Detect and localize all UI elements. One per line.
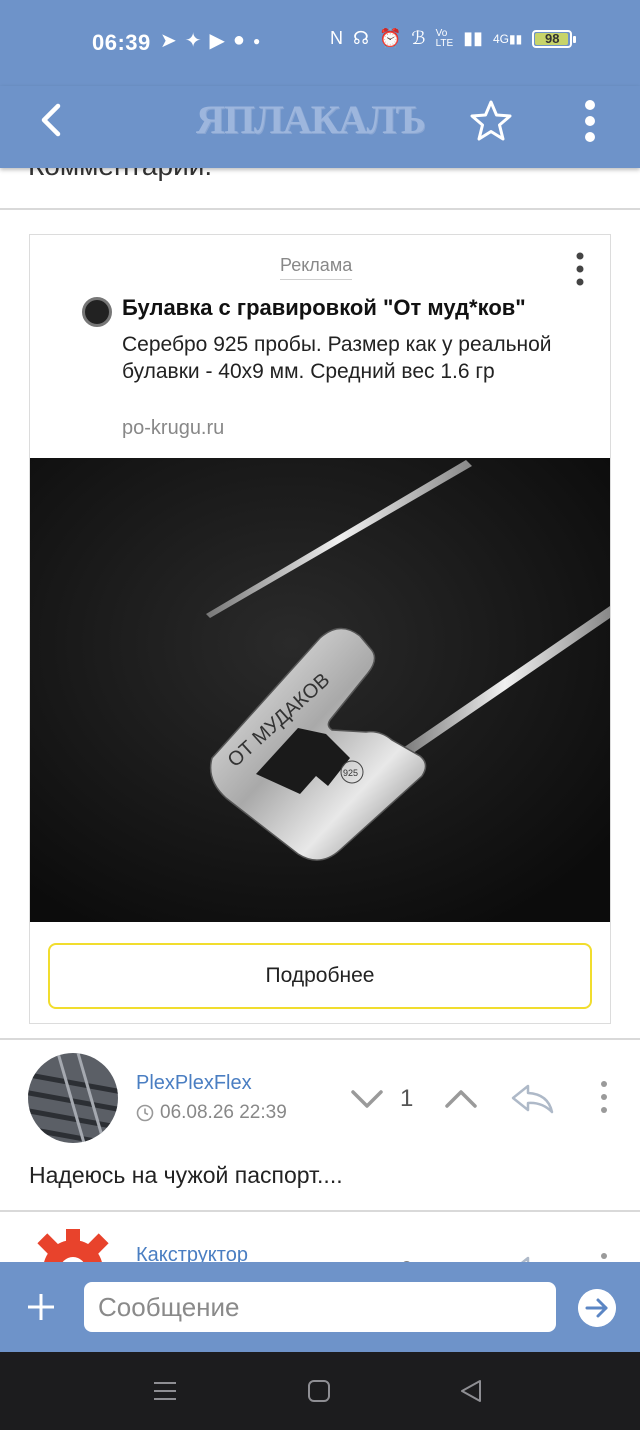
- reply-icon[interactable]: [510, 1082, 556, 1116]
- divider: [0, 1210, 640, 1212]
- system-icons: N ☊ ⏰ ℬ Vo LTE ▮▮ 4G▮▮ 98: [330, 27, 577, 49]
- comment-item: PlexPlexFlex 06.08.26 22:39 1 Надеюсь на…: [0, 1050, 640, 1210]
- ad-details-button[interactable]: Подробнее: [48, 943, 592, 1009]
- comment-username[interactable]: PlexPlexFlex: [136, 1072, 252, 1095]
- sparkle-icon: ✦: [184, 30, 202, 52]
- reply-icon[interactable]: [510, 1254, 556, 1262]
- comment-text: Надеюсь на чужой паспорт....: [29, 1162, 343, 1188]
- volte-icon: Vo LTE: [435, 27, 454, 49]
- comment-item: Какструктор 0: [0, 1222, 640, 1262]
- alarm-icon: ⏰: [379, 28, 402, 48]
- avatar[interactable]: [28, 1225, 118, 1262]
- clock-icon: [136, 1104, 154, 1122]
- comment-username[interactable]: Какструктор: [136, 1244, 248, 1262]
- comment-date: 06.08.26 22:39: [160, 1102, 287, 1123]
- home-icon[interactable]: [304, 1376, 334, 1406]
- app-icon: ●: [232, 29, 246, 51]
- notification-icons: ➤ ✦ ▶ ● ●: [160, 28, 260, 53]
- nfc-icon: N: [330, 28, 343, 48]
- send-button[interactable]: [578, 1289, 616, 1327]
- attach-plus-button[interactable]: [26, 1292, 56, 1322]
- status-bar: 06:39 ➤ ✦ ▶ ● ● N ☊ ⏰ ℬ Vo LTE ▮▮ 4G▮▮ 98: [0, 0, 640, 86]
- back-nav-icon[interactable]: [456, 1376, 486, 1406]
- safety-pin-image: ОТ МУДАКОВ 925: [30, 458, 610, 922]
- status-time: 06:39: [92, 30, 151, 55]
- star-icon[interactable]: [468, 98, 514, 144]
- svg-text:925: 925: [343, 768, 358, 778]
- ad-label: Реклама: [280, 255, 353, 280]
- comment-more-icon[interactable]: [597, 1080, 611, 1114]
- ad-domain[interactable]: po-krugu.ru: [122, 417, 224, 440]
- battery-level: 98: [544, 30, 560, 46]
- dot-icon: ●: [253, 33, 261, 48]
- signal-4g-icon: 4G▮▮: [493, 31, 523, 46]
- comment-timestamp: 06.08.26 22:39: [136, 1102, 287, 1124]
- ad-image[interactable]: ОТ МУДАКОВ 925: [30, 458, 610, 922]
- vote-down-icon[interactable]: [350, 1087, 384, 1111]
- comment-more-icon[interactable]: [597, 1252, 611, 1262]
- back-button[interactable]: [32, 100, 72, 140]
- battery-icon: 98: [532, 29, 577, 48]
- ad-title[interactable]: Булавка с гравировкой "От муд*ков": [122, 295, 526, 321]
- app-bar: ЯПЛАКАЛЪ: [0, 86, 640, 168]
- message-input[interactable]: [84, 1282, 556, 1332]
- telegram-icon: ➤: [160, 30, 177, 52]
- ad-description: Серебро 925 пробы. Размер как у реальной…: [122, 333, 552, 383]
- vote-up-icon[interactable]: [444, 1087, 478, 1111]
- system-navigation-bar: [0, 1352, 640, 1430]
- bluetooth-icon: ℬ: [411, 28, 426, 48]
- advertiser-favicon: [82, 297, 112, 327]
- site-logo[interactable]: ЯПЛАКАЛЪ: [196, 98, 446, 142]
- divider: [0, 208, 640, 210]
- more-menu-icon[interactable]: [578, 98, 602, 144]
- recents-icon[interactable]: [150, 1376, 180, 1406]
- message-composer: [0, 1262, 640, 1352]
- ad-menu-icon[interactable]: [573, 251, 587, 287]
- ad-card[interactable]: Реклама Булавка с гравировкой "От муд*ко…: [29, 234, 611, 1024]
- headphones-icon: ☊: [353, 28, 369, 48]
- vote-count: 1: [400, 1085, 414, 1112]
- avatar[interactable]: [28, 1053, 118, 1143]
- signal-icon: ▮▮: [463, 28, 483, 48]
- divider: [0, 1038, 640, 1040]
- youtube-icon: ▶: [209, 30, 225, 52]
